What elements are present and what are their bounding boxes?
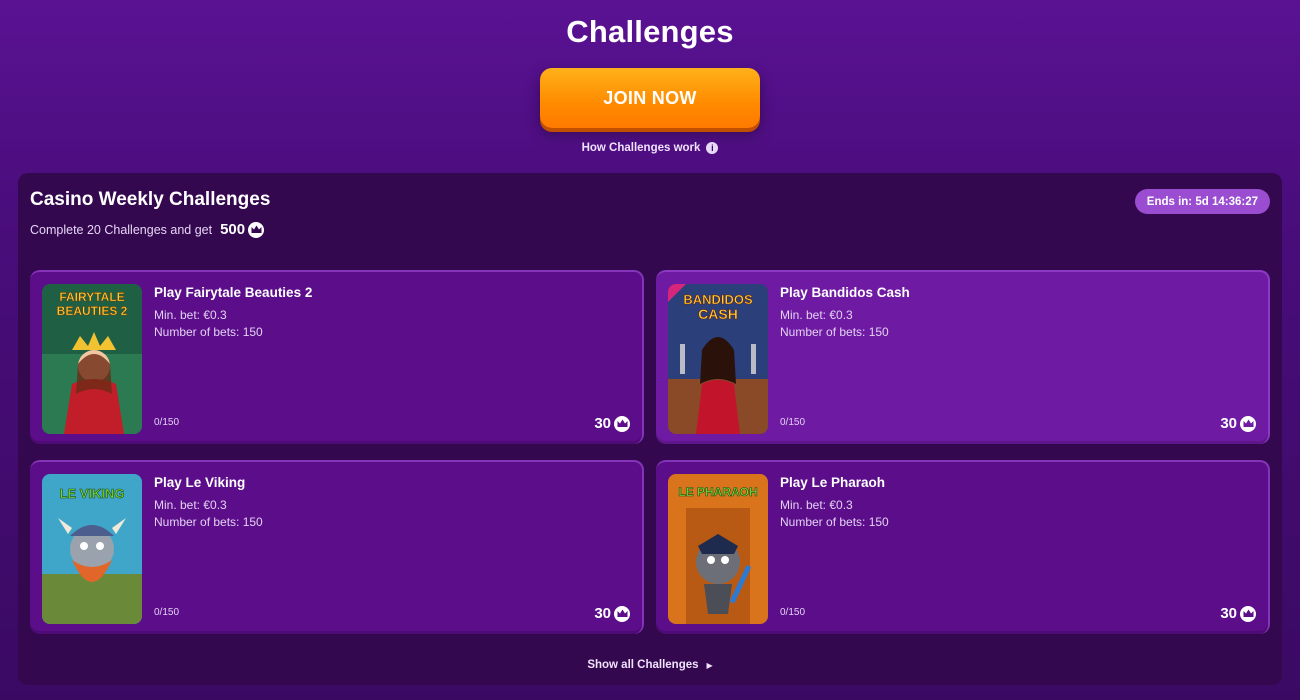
svg-text:BEAUTIES 2: BEAUTIES 2 [57,304,128,318]
crown-icon [248,221,265,238]
svg-text:LE VIKING: LE VIKING [59,486,124,501]
challenge-reward-value: 30 [1220,605,1237,622]
game-thumbnail-le-viking[interactable]: LE VIKING [42,474,142,624]
challenge-reward: 30 [1220,415,1256,432]
challenge-reward-value: 30 [1220,415,1237,432]
challenge-title[interactable]: Play Le Pharaoh [780,475,885,490]
challenge-progress: 0/150 [154,417,180,428]
challenge-number-of-bets: Number of bets: 150 [780,515,889,529]
weekly-challenges-panel: Casino Weekly Challenges Complete 20 Cha… [18,173,1282,685]
challenge-card[interactable]: LE VIKING Play Le Viking Min. bet: €0.3 … [30,460,644,634]
challenge-reward-value: 30 [594,415,611,432]
svg-text:FAIRYTALE: FAIRYTALE [59,290,124,304]
challenge-progress: 0/150 [780,417,806,428]
challenge-title[interactable]: Play Le Viking [154,475,245,490]
chevron-right-icon: ▶ [706,660,713,670]
panel-title: Casino Weekly Challenges [30,189,271,210]
svg-text:LE PHARAOH: LE PHARAOH [678,485,757,499]
svg-text:CASH: CASH [698,306,738,322]
challenge-number-of-bets: Number of bets: 150 [780,325,889,339]
show-all-challenges-link[interactable]: Show all Challenges ▶ [18,659,1282,671]
challenge-reward: 30 [594,605,630,622]
panel-subtitle-text: Complete 20 Challenges and get [30,222,213,237]
game-thumbnail-le-pharaoh[interactable]: LE PHARAOH [668,474,768,624]
challenge-title[interactable]: Play Bandidos Cash [780,285,910,300]
game-thumbnail-bandidos-cash[interactable]: BANDIDOS CASH [668,284,768,434]
challenge-min-bet: Min. bet: €0.3 [780,498,853,512]
challenge-min-bet: Min. bet: €0.3 [154,498,227,512]
challenge-progress: 0/150 [780,607,806,618]
challenge-card[interactable]: LE PHARAOH Play Le Pharaoh Min. bet: €0.… [656,460,1270,634]
total-reward-value: 500 [220,221,246,238]
crown-icon [1240,605,1256,622]
challenge-number-of-bets: Number of bets: 150 [154,515,263,529]
challenge-progress: 0/150 [154,607,180,618]
crown-icon [614,415,630,432]
challenge-reward: 30 [594,415,630,432]
svg-text:BANDIDOS: BANDIDOS [683,292,753,307]
panel-subtitle: Complete 20 Challenges and get 500 [30,221,265,238]
show-all-challenges-label: Show all Challenges [587,659,699,671]
info-icon: i [706,142,719,154]
join-now-button[interactable]: JOIN NOW [540,68,760,128]
crown-icon [614,605,630,622]
challenge-reward: 30 [1220,605,1256,622]
challenges-page: Challenges JOIN NOW How Challenges work … [0,0,1300,700]
ends-in-badge: Ends in: 5d 14:36:27 [1134,189,1270,214]
how-challenges-work-label: How Challenges work [581,142,701,154]
game-thumbnail-fairytale-beauties[interactable]: FAIRYTALE BEAUTIES 2 [42,284,142,434]
page-title: Challenges [566,14,734,49]
total-reward: 500 [220,221,265,238]
challenge-reward-value: 30 [594,605,611,622]
challenge-card[interactable]: FAIRYTALE BEAUTIES 2 Play Fairytale Beau… [30,270,644,444]
crown-icon [1240,415,1256,432]
how-challenges-work-link[interactable]: How Challenges work i [0,142,1300,154]
challenge-number-of-bets: Number of bets: 150 [154,325,263,339]
challenge-min-bet: Min. bet: €0.3 [780,308,853,322]
challenge-min-bet: Min. bet: €0.3 [154,308,227,322]
challenge-card[interactable]: BANDIDOS CASH Play Bandidos Cash Min. be… [656,270,1270,444]
challenge-title[interactable]: Play Fairytale Beauties 2 [154,285,312,300]
